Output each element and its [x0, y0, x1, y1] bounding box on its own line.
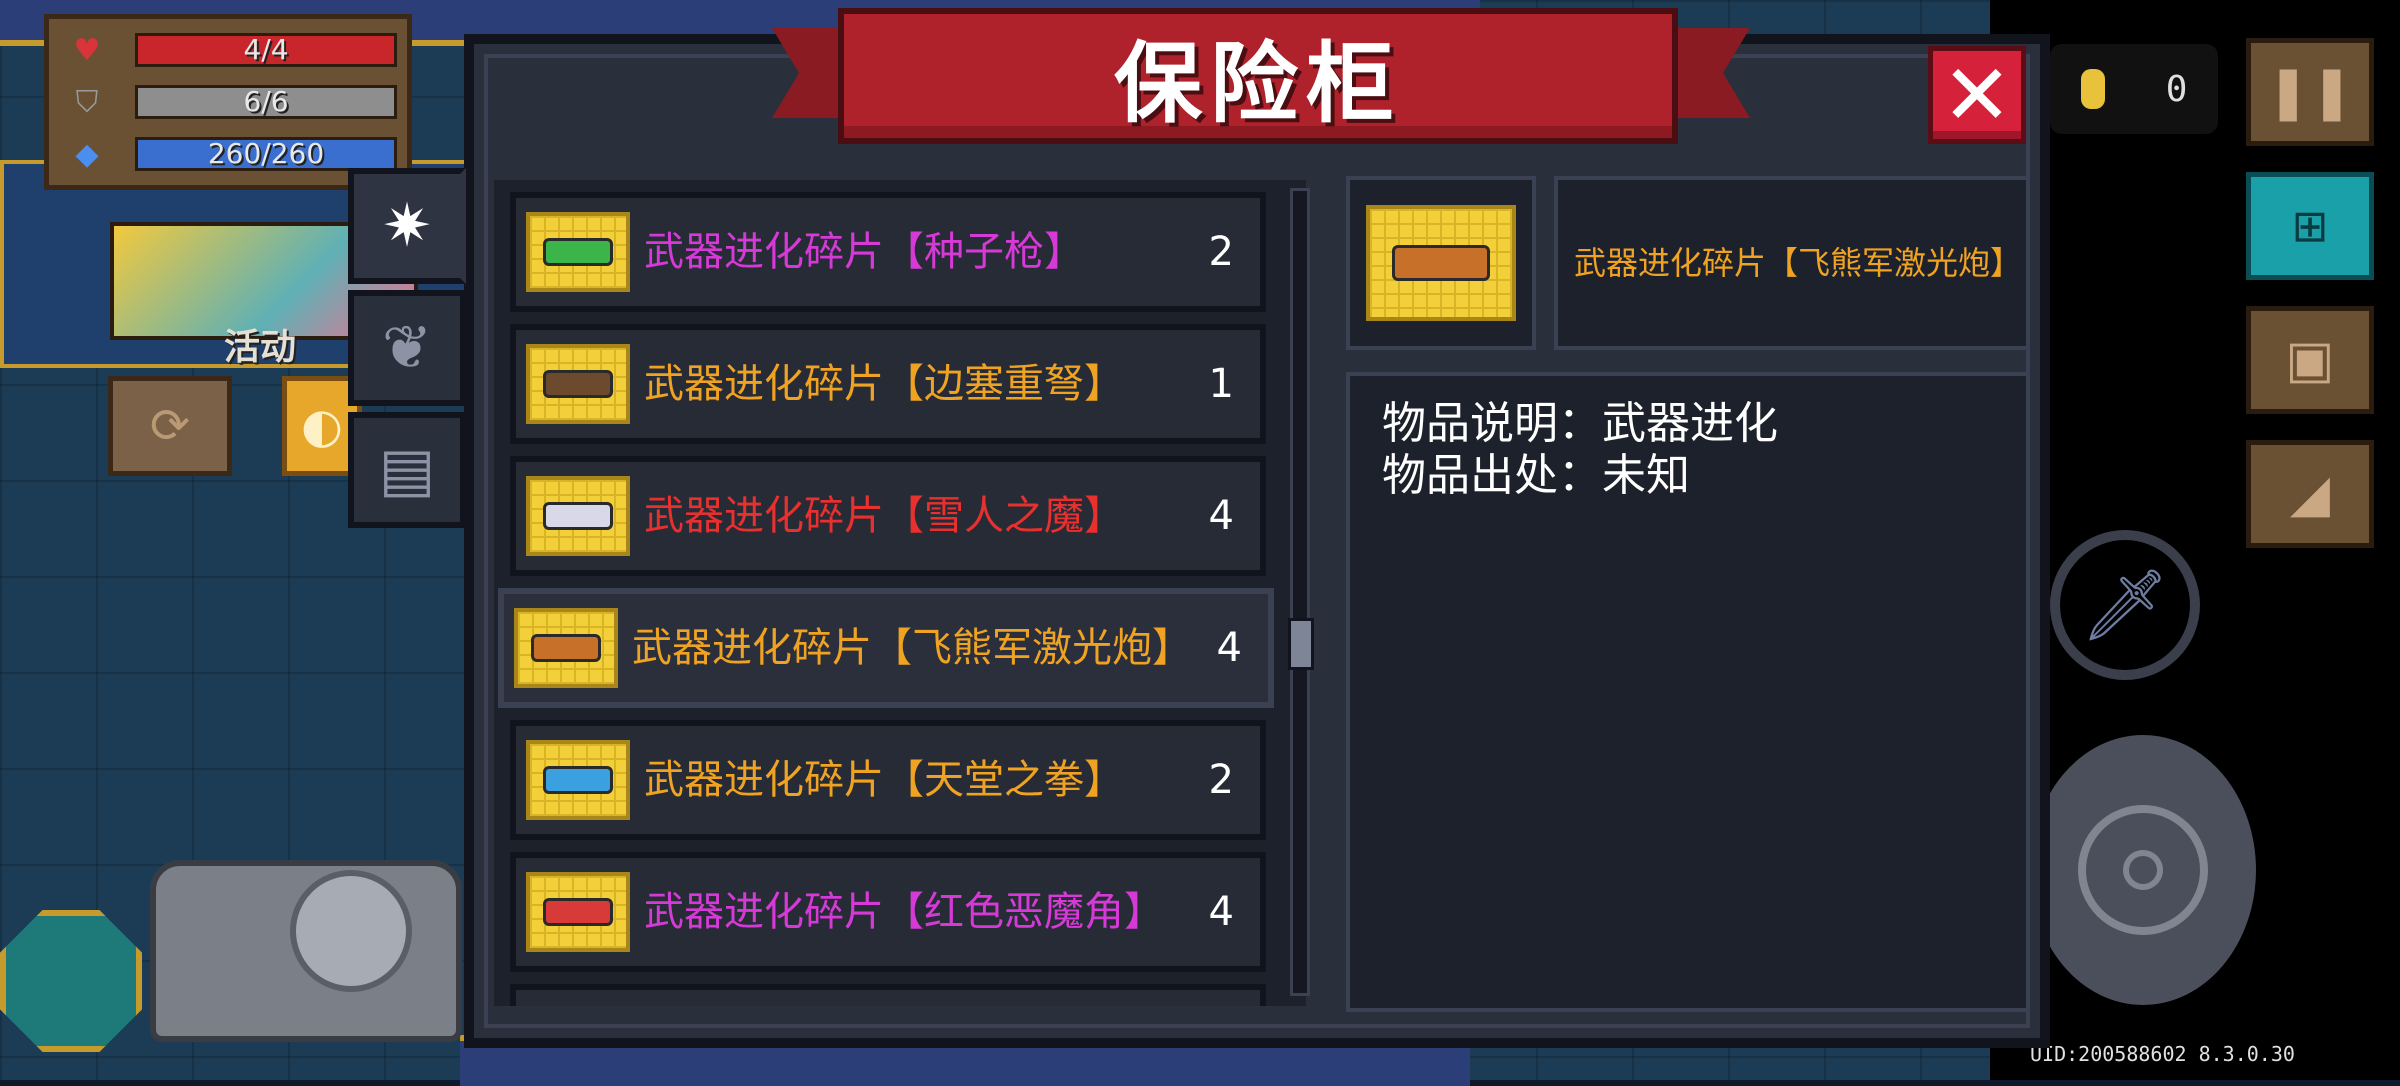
gold-button-icon: ◐	[301, 398, 343, 454]
item-name: 武器进化碎片【红色恶魔角】	[644, 889, 1164, 935]
crossbow-icon	[543, 370, 613, 398]
list-item[interactable]: 武器进化碎片【红色恶魔角】 4	[510, 852, 1266, 972]
crosshair-center	[2123, 850, 2163, 890]
shield-icon: ⛉	[75, 85, 99, 120]
laser-cannon-icon	[1392, 245, 1490, 281]
list-item-selected[interactable]: 武器进化碎片【飞熊军激光炮】 4	[498, 588, 1274, 708]
close-x-icon: ✕	[1941, 46, 2013, 144]
heart-icon: ♥	[73, 33, 101, 68]
item-list[interactable]: 武器进化碎片【种子枪】 2 武器进化碎片【边塞重弩】 1 武器进化碎片【雪人之魔…	[494, 180, 1306, 1006]
hp-value: 4/4	[135, 33, 397, 67]
armor-row: ⛉ 6/6	[61, 83, 401, 121]
armor-value: 6/6	[135, 85, 397, 119]
plant-icon: ❦	[381, 313, 433, 383]
coin-counter: 0	[2050, 44, 2218, 134]
weapon-fragment-icon	[526, 740, 630, 820]
uid-version-label: UID:200588602 8.3.0.30	[2030, 1042, 2295, 1066]
coin-count: 0	[2165, 68, 2188, 110]
crosshair-icon	[2078, 805, 2208, 935]
tab-tickets[interactable]: ▤	[348, 412, 466, 528]
weapon-fragment-icon	[526, 872, 630, 952]
coin-icon	[2080, 69, 2105, 109]
weapon-fragment-icon	[526, 476, 630, 556]
snowman-gun-icon	[543, 502, 613, 530]
profile-button[interactable]: ▣	[2246, 306, 2374, 414]
item-quantity: 4	[1216, 625, 1242, 671]
tab-materials[interactable]: ✷	[348, 168, 466, 284]
weapon-fragment-icon	[1366, 205, 1516, 321]
item-name: 武器进化碎片【种子枪】	[644, 229, 1084, 275]
pause-icon: ❚❚	[2266, 62, 2354, 122]
detail-description-box: 物品说明：武器进化 物品出处：未知	[1346, 372, 2030, 1012]
weapon-fragment-icon	[526, 212, 630, 292]
exit-stairs-button[interactable]: ◢	[2246, 440, 2374, 548]
item-quantity: 4	[1208, 493, 1234, 539]
weapon-switch-button[interactable]: 🗡	[2050, 530, 2200, 680]
item-name: 武器进化碎片【天堂之拳】	[644, 757, 1124, 803]
item-name: 武器进化碎片【边塞重弩】	[644, 361, 1124, 407]
seed-gun-icon	[543, 238, 613, 266]
item-description: 物品说明：武器进化	[1382, 398, 1778, 449]
weapon-fragment-icon	[526, 344, 630, 424]
detail-title: 武器进化碎片【飞熊军激光炮】	[1574, 244, 2023, 282]
sword-icon: 🗡	[2080, 563, 2170, 646]
attack-joystick[interactable]	[2030, 735, 2256, 1005]
energy-value: 260/260	[135, 137, 397, 171]
list-item[interactable]: 武器进化碎片【天堂之拳】 2	[510, 720, 1266, 840]
detail-title-box: 武器进化碎片【飞熊军激光炮】	[1554, 176, 2030, 350]
list-item[interactable]: 武器进化碎片【种子枪】 2	[510, 192, 1266, 312]
refresh-icon: ⟳	[149, 398, 191, 454]
list-item[interactable]: 武器进化碎片【边塞重弩】 1	[510, 324, 1266, 444]
stairs-icon: ◢	[2290, 464, 2330, 524]
heaven-fist-icon	[543, 766, 613, 794]
list-item[interactable]: 武器进化碎片【雪人之魔】 4	[510, 456, 1266, 576]
refresh-button[interactable]: ⟳	[108, 376, 232, 476]
vault-title: 保险柜	[1113, 31, 1402, 135]
scrollbar-thumb[interactable]	[1288, 618, 1314, 670]
player-stats-panel: ♥ 4/4 ⛉ 6/6 ◆ 260/260	[44, 14, 412, 190]
item-quantity: 2	[1208, 229, 1234, 275]
guitar-icon	[543, 898, 613, 926]
sparkle-icon: ✷	[381, 191, 433, 261]
energy-diamond-icon: ◆	[75, 137, 99, 172]
shop-button[interactable]: ⊞	[2246, 172, 2374, 280]
item-quantity: 1	[1208, 361, 1234, 407]
ticket-icon: ▤	[378, 435, 436, 505]
weapon-fragment-icon	[514, 608, 618, 688]
list-scrollbar[interactable]	[1290, 188, 1310, 996]
item-name: 武器进化碎片【雪人之魔】	[644, 493, 1124, 539]
item-name: 武器进化碎片【飞熊军激光炮】	[632, 625, 1192, 671]
event-label: 活动	[223, 327, 296, 368]
item-quantity: 2	[1208, 757, 1234, 803]
item-source: 物品出处：未知	[1382, 450, 1690, 501]
hp-row: ♥ 4/4	[61, 31, 401, 69]
anvil-emblem	[290, 870, 412, 992]
detail-icon-box	[1346, 176, 1536, 350]
pause-button[interactable]: ❚❚	[2246, 38, 2374, 146]
close-button[interactable]: ✕	[1928, 46, 2026, 144]
item-quantity: 4	[1208, 889, 1234, 935]
shop-cart-icon: ⊞	[2291, 200, 2329, 252]
vault-title-ribbon: 保险柜	[838, 8, 1678, 144]
list-item-partial[interactable]	[510, 984, 1266, 1006]
laser-cannon-icon	[531, 634, 601, 662]
profile-card-icon: ▣	[2285, 330, 2335, 390]
tab-plants[interactable]: ❦	[348, 290, 466, 406]
